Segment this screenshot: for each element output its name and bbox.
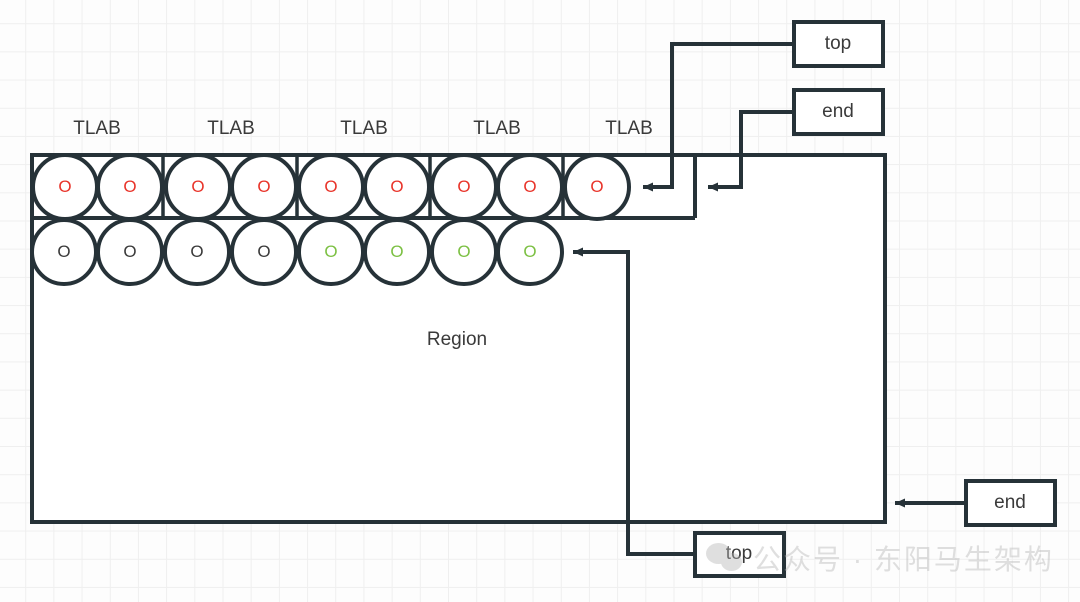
object-circle-top [496,153,564,221]
object-circle-bottom [230,218,298,286]
callout-box-top-lower[interactable] [693,531,786,578]
object-circle-bottom [96,218,164,286]
callout-box-end-lower[interactable] [964,479,1057,527]
object-circle-top [563,153,631,221]
object-circle-bottom [30,218,98,286]
object-circle-top [297,153,365,221]
object-circle-bottom [363,218,431,286]
object-circle-top [363,153,431,221]
callout-box-end-upper[interactable] [792,88,885,136]
object-circle-top [31,153,99,221]
object-circle-top [96,153,164,221]
object-circle-top [164,153,232,221]
object-circle-bottom [496,218,564,286]
diagram-canvas: TLAB TLAB TLAB TLAB TLAB O O O O O O O O… [0,0,1080,602]
diagram-vector-layer [30,20,1057,578]
object-circle-top [430,153,498,221]
callout-box-top-upper[interactable] [792,20,885,68]
object-circle-bottom [163,218,231,286]
object-circle-top [230,153,298,221]
object-circle-bottom [430,218,498,286]
object-circle-bottom [297,218,365,286]
